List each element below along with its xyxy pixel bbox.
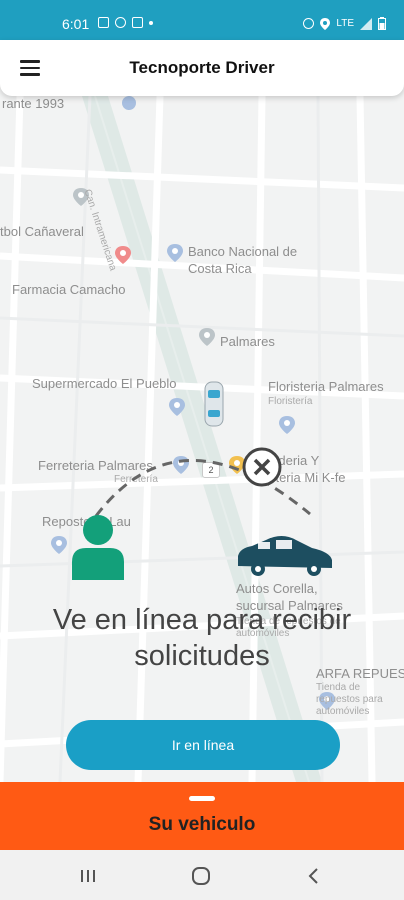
- network-type: LTE: [336, 18, 354, 29]
- poi-pin-icon: [122, 96, 136, 110]
- back-icon[interactable]: [300, 862, 328, 890]
- chat-icon: [132, 17, 143, 28]
- messenger-icon: [115, 17, 126, 28]
- go-online-button[interactable]: Ir en línea: [66, 720, 340, 770]
- sheet-title: Su vehiculo: [148, 814, 256, 835]
- vehicle-bottom-sheet[interactable]: Su vehiculo: [0, 782, 404, 850]
- system-nav-bar: [0, 850, 404, 900]
- recent-apps-icon[interactable]: [74, 862, 102, 890]
- driver-car-marker-icon: [204, 381, 224, 427]
- taxi-car-icon: [238, 536, 332, 576]
- status-notification-icons: [98, 17, 153, 28]
- disconnected-x-icon: [242, 447, 282, 487]
- map-label: Banco Nacional de Costa Rica: [188, 244, 298, 276]
- home-icon[interactable]: [187, 862, 215, 890]
- dot-icon: [149, 21, 153, 25]
- signal-icon: [360, 17, 372, 30]
- app-header: Tecnoporte Driver: [0, 40, 404, 96]
- status-system-icons: LTE: [303, 17, 386, 30]
- map-label: rante 1993: [2, 96, 65, 111]
- map-label: Supermercado El Pueblo: [32, 376, 177, 391]
- offline-illustration: [72, 447, 332, 580]
- alarm-icon: [303, 18, 315, 29]
- map-label: Palmares: [220, 334, 275, 349]
- map-label: Floristeria Palmares: [268, 379, 384, 394]
- poi-pin-icon: [199, 328, 215, 346]
- shop-pin-icon: [279, 416, 295, 434]
- battery-icon: [378, 17, 386, 30]
- go-online-message: Ve en línea para recibir solicitudes: [52, 604, 352, 672]
- shop-pin-icon: [169, 398, 185, 416]
- sheet-drag-handle[interactable]: [189, 796, 215, 801]
- location-icon: [320, 17, 331, 30]
- driver-person-icon: [72, 515, 124, 580]
- pharmacy-pin-icon: [115, 246, 131, 264]
- map-label: tbol Cañaveral: [0, 224, 84, 239]
- image-icon: [98, 17, 109, 28]
- status-time: 6:01: [62, 16, 90, 32]
- bank-pin-icon: [167, 244, 183, 262]
- page-title: Tecnoporte Driver: [129, 58, 275, 77]
- map-label: Floristería: [268, 396, 313, 407]
- map-label: Farmacia Camacho: [12, 282, 126, 297]
- map-label: Tienda de repuestos para automóviles: [316, 682, 383, 717]
